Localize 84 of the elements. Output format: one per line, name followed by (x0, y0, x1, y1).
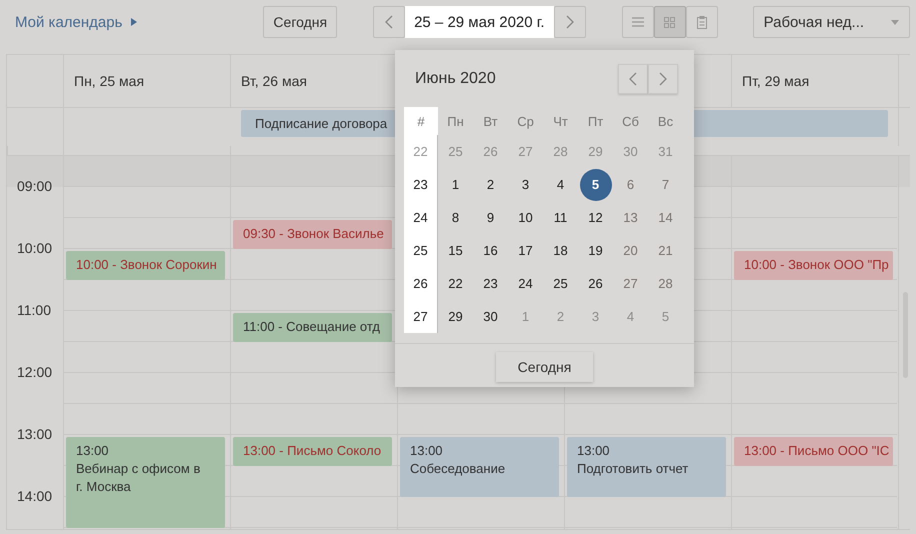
weekday-label: Чт (553, 114, 568, 128)
event[interactable]: 13:00 - Письмо Соколо (233, 437, 392, 466)
event[interactable]: 13:00 Подготовить отчет (567, 437, 726, 497)
time-label: 14:00 (17, 488, 52, 504)
today-button[interactable]: Сегодня (496, 352, 593, 382)
day-header: Пн, 25 мая (74, 73, 144, 89)
day-cell[interactable]: 18 (546, 236, 576, 266)
previous-button[interactable] (373, 6, 406, 38)
weekday-label: Ср (517, 114, 534, 128)
day-cell[interactable]: 9 (476, 202, 506, 232)
weekday-label: Вс (658, 114, 674, 128)
day-cell[interactable]: 22 (440, 268, 470, 298)
event[interactable]: 10:00 - Звонок ООО "Пр (734, 251, 893, 280)
event[interactable]: 13:00 - Письмо ООО "IC (734, 437, 893, 466)
day-cell[interactable]: 11 (546, 202, 576, 232)
week-number: 23 (404, 168, 438, 201)
chevron-left-icon (385, 15, 394, 29)
day-cell[interactable]: 26 (580, 268, 610, 298)
list-icon (632, 17, 644, 27)
weekday-label: Сб (622, 114, 639, 128)
day-cell[interactable]: 12 (580, 202, 610, 232)
month-title: Июнь 2020 (415, 70, 496, 88)
day-cell[interactable]: 13 (616, 202, 646, 232)
grid-icon (664, 16, 676, 28)
day-header: Вт, 26 мая (241, 73, 307, 89)
day-cell[interactable]: 28 (650, 268, 680, 298)
day-cell[interactable]: 20 (616, 236, 646, 266)
week-number-header: # (417, 114, 425, 128)
time-label: 13:00 (17, 426, 52, 442)
calendar-link[interactable]: Мой календарь (15, 14, 138, 30)
day-cell[interactable]: 30 (476, 302, 506, 332)
today-button[interactable]: Сегодня (263, 6, 338, 38)
chevron-right-icon (566, 15, 574, 29)
day-cell[interactable]: 15 (440, 236, 470, 266)
chevron-right-icon (659, 72, 667, 86)
clipboard-icon (696, 16, 707, 28)
previous-month-button[interactable] (618, 64, 648, 94)
day-cell[interactable]: 29 (440, 302, 470, 332)
day-cell[interactable]: 27 (616, 268, 646, 298)
event[interactable]: 13:00 Собеседование (400, 437, 559, 497)
day-cell[interactable]: 2 (476, 170, 506, 200)
time-label: 11:00 (17, 302, 51, 318)
next-month-button[interactable] (648, 64, 678, 94)
day-cell[interactable]: 10 (510, 202, 540, 232)
event[interactable]: 09:30 - Звонок Василье (233, 220, 392, 249)
week-number: 24 (404, 201, 438, 234)
week-number: 26 (404, 267, 438, 300)
dropdown-caret-icon (891, 20, 899, 24)
weekday-label: Вт (483, 114, 498, 128)
day-cell[interactable]: 23 (476, 268, 506, 298)
time-label: 10:00 (17, 240, 52, 256)
day-cell[interactable]: 21 (650, 236, 680, 266)
weekday-label: Пн (447, 114, 464, 128)
chevron-left-icon (629, 72, 637, 86)
day-cell[interactable]: 3 (510, 170, 540, 200)
week-number: 25 (404, 234, 438, 267)
grid-view-button[interactable] (654, 6, 686, 38)
next-button[interactable] (554, 6, 586, 38)
week-number: 22 (404, 135, 438, 168)
clipboard-view-button[interactable] (686, 6, 718, 38)
event[interactable]: 10:00 - Звонок Сорокин (66, 251, 225, 280)
event[interactable]: 11:00 - Совещание отд (233, 313, 392, 342)
day-cell[interactable]: 25 (546, 268, 576, 298)
day-cell[interactable]: 24 (510, 268, 540, 298)
day-cell[interactable]: 17 (510, 236, 540, 266)
day-cell[interactable]: 14 (650, 202, 680, 232)
time-label: 09:00 (17, 178, 52, 194)
weekday-label: Пт (588, 114, 604, 128)
list-view-button[interactable] (622, 6, 654, 38)
day-cell[interactable]: 4 (546, 170, 576, 200)
day-cell[interactable]: 19 (580, 236, 610, 266)
day-cell[interactable]: 16 (476, 236, 506, 266)
date-range-label: 25 – 29 мая 2020 г. (405, 6, 554, 38)
day-cell[interactable]: 1 (440, 170, 470, 200)
week-number: 27 (404, 300, 438, 333)
day-cell[interactable]: 5 (580, 168, 612, 200)
day-cell[interactable]: 6 (616, 170, 646, 200)
day-cell[interactable]: 7 (650, 170, 680, 200)
view-select[interactable]: Рабочая нед... (752, 6, 910, 38)
caret-icon (131, 18, 138, 26)
event[interactable]: 13:00 Вебинар с офисом в г. Москва (66, 437, 225, 528)
time-label: 12:00 (17, 364, 52, 380)
day-cell[interactable]: 8 (440, 202, 470, 232)
day-header: Пт, 29 мая (742, 73, 810, 89)
